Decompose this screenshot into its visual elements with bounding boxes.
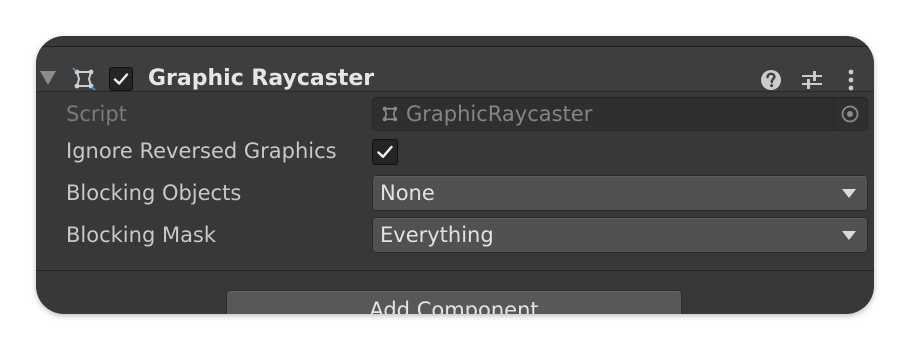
- blocking-objects-value: None: [380, 181, 435, 205]
- checkmark-icon: [377, 145, 393, 158]
- kebab-menu-icon[interactable]: [839, 68, 863, 92]
- foldout-arrow-icon[interactable]: [40, 71, 56, 85]
- script-label: Script: [66, 102, 127, 126]
- dropdown-arrow-icon: [842, 231, 856, 240]
- dropdown-arrow-icon: [842, 189, 856, 198]
- blocking-objects-label: Blocking Objects: [66, 181, 242, 205]
- section-divider: [36, 270, 874, 271]
- add-component-button[interactable]: Add Component: [226, 290, 682, 314]
- object-picker-icon[interactable]: [840, 104, 860, 124]
- blocking-mask-value: Everything: [380, 223, 494, 247]
- checkmark-icon: [113, 73, 129, 85]
- blocking-objects-dropdown[interactable]: None: [372, 175, 868, 211]
- ignore-reversed-graphics-label: Ignore Reversed Graphics: [66, 139, 337, 163]
- script-value: GraphicRaycaster: [406, 102, 593, 126]
- component-header[interactable]: Graphic Raycaster: [36, 47, 874, 91]
- rect-transform-icon: [382, 106, 398, 122]
- script-field: GraphicRaycaster: [372, 97, 868, 131]
- help-icon[interactable]: [759, 68, 783, 92]
- component-enabled-checkbox[interactable]: [109, 67, 133, 91]
- header-divider: [36, 91, 874, 92]
- ignore-reversed-graphics-checkbox[interactable]: [372, 139, 398, 165]
- preset-sliders-icon[interactable]: [800, 68, 824, 92]
- rect-transform-icon: [72, 67, 96, 91]
- blocking-mask-dropdown[interactable]: Everything: [372, 217, 868, 253]
- inspector-panel: Graphic Raycaster Script GraphicRaycaste: [36, 36, 874, 314]
- add-component-label: Add Component: [369, 298, 539, 314]
- field-separator: [833, 98, 834, 130]
- component-title: Graphic Raycaster: [148, 66, 375, 91]
- blocking-mask-label: Blocking Mask: [66, 223, 217, 247]
